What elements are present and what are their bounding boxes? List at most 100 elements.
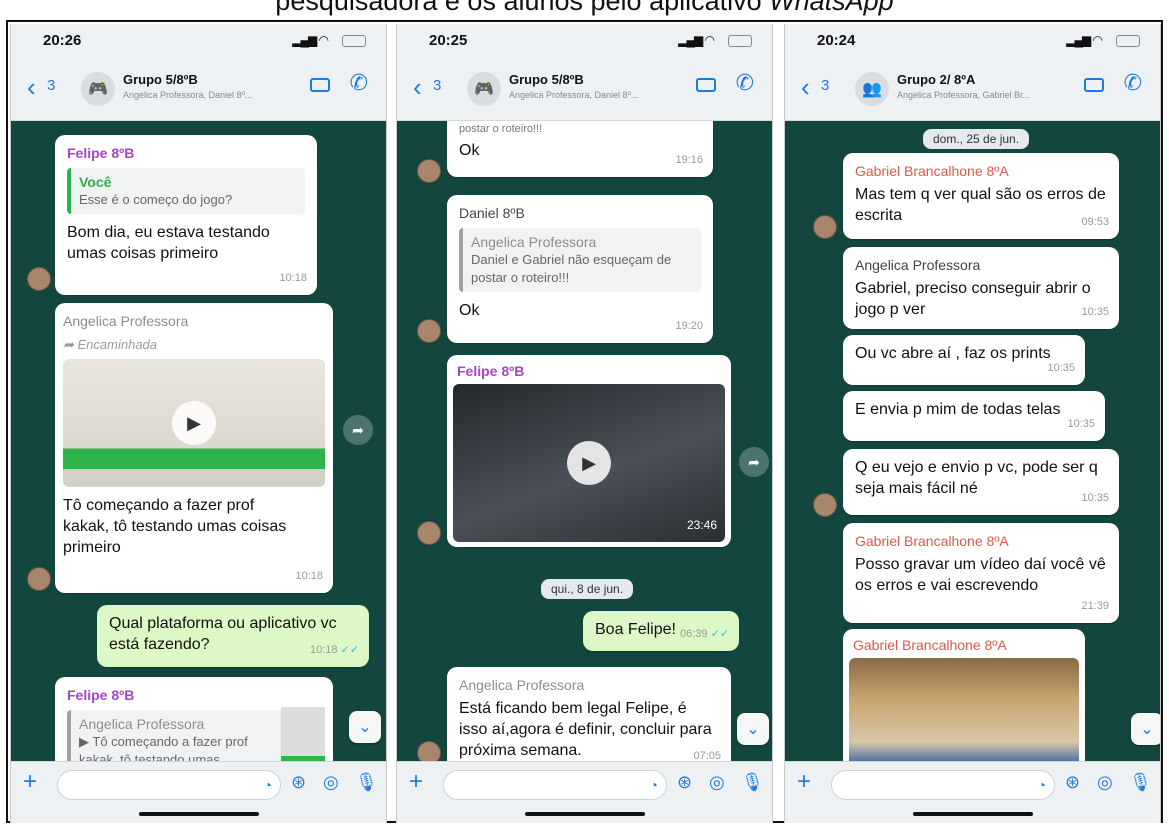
scroll-down-icon[interactable]: ⌄ (1131, 713, 1160, 745)
quoted-message[interactable]: Angelica Professora Daniel e Gabriel não… (459, 228, 701, 292)
plus-icon[interactable]: + (23, 768, 37, 796)
avatar[interactable] (813, 493, 837, 517)
message-input[interactable]: ◔ (831, 770, 1055, 800)
camera-icon[interactable]: ◎ (1097, 772, 1113, 793)
sticker-icon[interactable]: ◔ (1038, 777, 1046, 793)
gamepad-icon[interactable]: 🎮 (81, 72, 115, 106)
back-chevron-icon[interactable]: ‹ (413, 74, 422, 100)
avatar[interactable] (417, 741, 441, 761)
input-bar: + ◔ ⊛ ◎ 🎙 (11, 761, 386, 823)
message-bubble[interactable]: Ou vc abre aí , faz os prints 10:35 (843, 335, 1085, 385)
message-time: 10:35 (1047, 362, 1075, 374)
plus-icon[interactable]: + (797, 768, 811, 796)
avatar[interactable] (27, 567, 51, 591)
message-bubble[interactable]: E envia p mim de todas telas 10:35 (843, 391, 1105, 441)
scroll-down-icon[interactable]: ⌄ (737, 713, 769, 745)
home-indicator[interactable] (138, 812, 259, 816)
quote-tail-text: postar o roteiro!!! (459, 123, 543, 135)
group-members[interactable]: Angelica Professora, Daniel 8º... (509, 90, 649, 100)
avatar[interactable] (813, 215, 837, 239)
group-title[interactable]: Grupo 5/8ºB (123, 72, 198, 87)
voice-call-icon[interactable]: ✆ (1124, 70, 1142, 96)
home-indicator[interactable] (524, 812, 645, 816)
quoted-message[interactable]: Você Esse é o começo do jogo? (67, 168, 305, 214)
quote-author: Você (79, 174, 112, 190)
chat-area[interactable]: Felipe 8ºB Você Esse é o começo do jogo?… (11, 121, 386, 761)
avatar[interactable] (417, 159, 441, 183)
chat-header: ‹ 3 👥 Grupo 2/ 8ºA Angelica Professora, … (785, 58, 1160, 121)
back-chevron-icon[interactable]: ‹ (801, 74, 810, 100)
message-bubble[interactable]: postar o roteiro!!! Ok 19:16 (447, 121, 713, 177)
battery-icon (728, 35, 752, 47)
group-title[interactable]: Grupo 2/ 8ºA (897, 72, 975, 87)
message-sender: Felipe 8ºB (67, 687, 135, 703)
avatar[interactable] (27, 267, 51, 291)
sticker-icon[interactable]: ◔ (264, 777, 272, 793)
video-thumbnail[interactable]: ▶ (63, 359, 325, 487)
chat-area[interactable]: dom., 25 de jun. Gabriel Brancalhone 8ºA… (785, 121, 1160, 761)
date-chip: qui., 8 de jun. (541, 579, 634, 599)
read-ticks-icon: ✓✓ (340, 644, 359, 656)
caption-prefix: pesquisadora e os alunos pelo aplicativo (275, 0, 770, 16)
microphone-icon[interactable]: 🎙 (355, 772, 378, 793)
message-text: E envia p mim de todas telas (855, 401, 1061, 418)
payment-icon[interactable]: ⊛ (677, 772, 692, 793)
message-time: 21:39 (1081, 600, 1109, 612)
forward-icon[interactable]: ➦ (739, 447, 769, 477)
back-chevron-icon[interactable]: ‹ (27, 74, 36, 100)
quoted-message[interactable]: Angelica Professora ▶ Tô começando a faz… (67, 710, 287, 761)
group-title[interactable]: Grupo 5/8ºB (509, 72, 584, 87)
message-bubble[interactable]: Qual plataforma ou aplicativo vc está fa… (97, 605, 369, 667)
message-bubble[interactable]: Felipe 8ºB Você Esse é o começo do jogo?… (55, 135, 317, 295)
message-bubble[interactable]: Daniel 8ºB Angelica Professora Daniel e … (447, 195, 713, 343)
message-bubble[interactable]: Angelica Professora Gabriel, preciso con… (843, 247, 1119, 329)
microphone-icon[interactable]: 🎙 (1129, 772, 1152, 793)
group-members[interactable]: Angelica Professora, Gabriel Br... (897, 90, 1037, 100)
message-time: 10:18 (279, 272, 307, 284)
avatar[interactable] (417, 521, 441, 545)
play-icon[interactable]: ▶ (172, 401, 216, 445)
message-bubble[interactable]: Q eu vejo e envio p vc, pode ser q seja … (843, 449, 1119, 515)
message-bubble[interactable]: Gabriel Brancalhone 8ºA Posso gravar um … (843, 523, 1119, 623)
back-count[interactable]: 3 (47, 77, 55, 94)
play-icon[interactable]: ▶ (567, 441, 611, 485)
video-call-icon[interactable] (310, 78, 330, 92)
message-bubble[interactable]: Gabriel Brancalhone 8ºA (843, 629, 1085, 761)
scroll-down-icon[interactable]: ⌄ (349, 711, 381, 743)
chat-area[interactable]: postar o roteiro!!! Ok 19:16 Daniel 8ºB … (397, 121, 772, 761)
message-input[interactable]: ◔ (443, 770, 667, 800)
group-icon[interactable]: 👥 (855, 72, 889, 106)
forward-icon[interactable]: ➦ (343, 415, 373, 445)
status-bar: 20:25 ▂▄▆ ◠ (397, 24, 772, 58)
gamepad-icon[interactable]: 🎮 (467, 72, 501, 106)
voice-call-icon[interactable]: ✆ (350, 70, 368, 96)
video-thumbnail[interactable]: ▶ 23:46 (453, 384, 725, 542)
payment-icon[interactable]: ⊛ (291, 772, 306, 793)
video-call-icon[interactable] (696, 78, 716, 92)
home-indicator[interactable] (912, 812, 1033, 816)
payment-icon[interactable]: ⊛ (1065, 772, 1080, 793)
back-count[interactable]: 3 (821, 77, 829, 94)
voice-call-icon[interactable]: ✆ (736, 70, 754, 96)
phone-screen-2: 20:25 ▂▄▆ ◠ ‹ 3 🎮 Grupo 5/8ºB Angelica P… (396, 24, 773, 823)
chat-header: ‹ 3 🎮 Grupo 5/8ºB Angelica Professora, D… (397, 58, 772, 121)
plus-icon[interactable]: + (409, 768, 423, 796)
input-bar: + ◔ ⊛ ◎ 🎙 (397, 761, 772, 823)
video-call-icon[interactable] (1084, 78, 1104, 92)
message-bubble[interactable]: Felipe 8ºB ▶ 23:46 (447, 355, 731, 547)
message-input[interactable]: ◔ (57, 770, 281, 800)
camera-icon[interactable]: ◎ (709, 772, 725, 793)
message-text: Bom dia, eu estava testando umas coisas … (67, 224, 270, 262)
back-count[interactable]: 3 (433, 77, 441, 94)
message-bubble[interactable]: Angelica Professora ➦ Encaminhada ▶ Tô c… (55, 303, 333, 593)
message-bubble[interactable]: Gabriel Brancalhone 8ºA Mas tem q ver qu… (843, 153, 1119, 239)
avatar[interactable] (417, 319, 441, 343)
group-members[interactable]: Angelica Professora, Daniel 8º... (123, 90, 263, 100)
message-bubble[interactable]: Boa Felipe! 06:39 ✓✓ (583, 611, 739, 651)
sticker-icon[interactable]: ◔ (650, 777, 658, 793)
message-bubble[interactable]: Felipe 8ºB Angelica Professora ▶ Tô come… (55, 677, 333, 761)
image-thumbnail[interactable] (849, 658, 1079, 761)
microphone-icon[interactable]: 🎙 (741, 772, 764, 793)
message-bubble[interactable]: Angelica Professora Está ficando bem leg… (447, 667, 731, 761)
camera-icon[interactable]: ◎ (323, 772, 339, 793)
